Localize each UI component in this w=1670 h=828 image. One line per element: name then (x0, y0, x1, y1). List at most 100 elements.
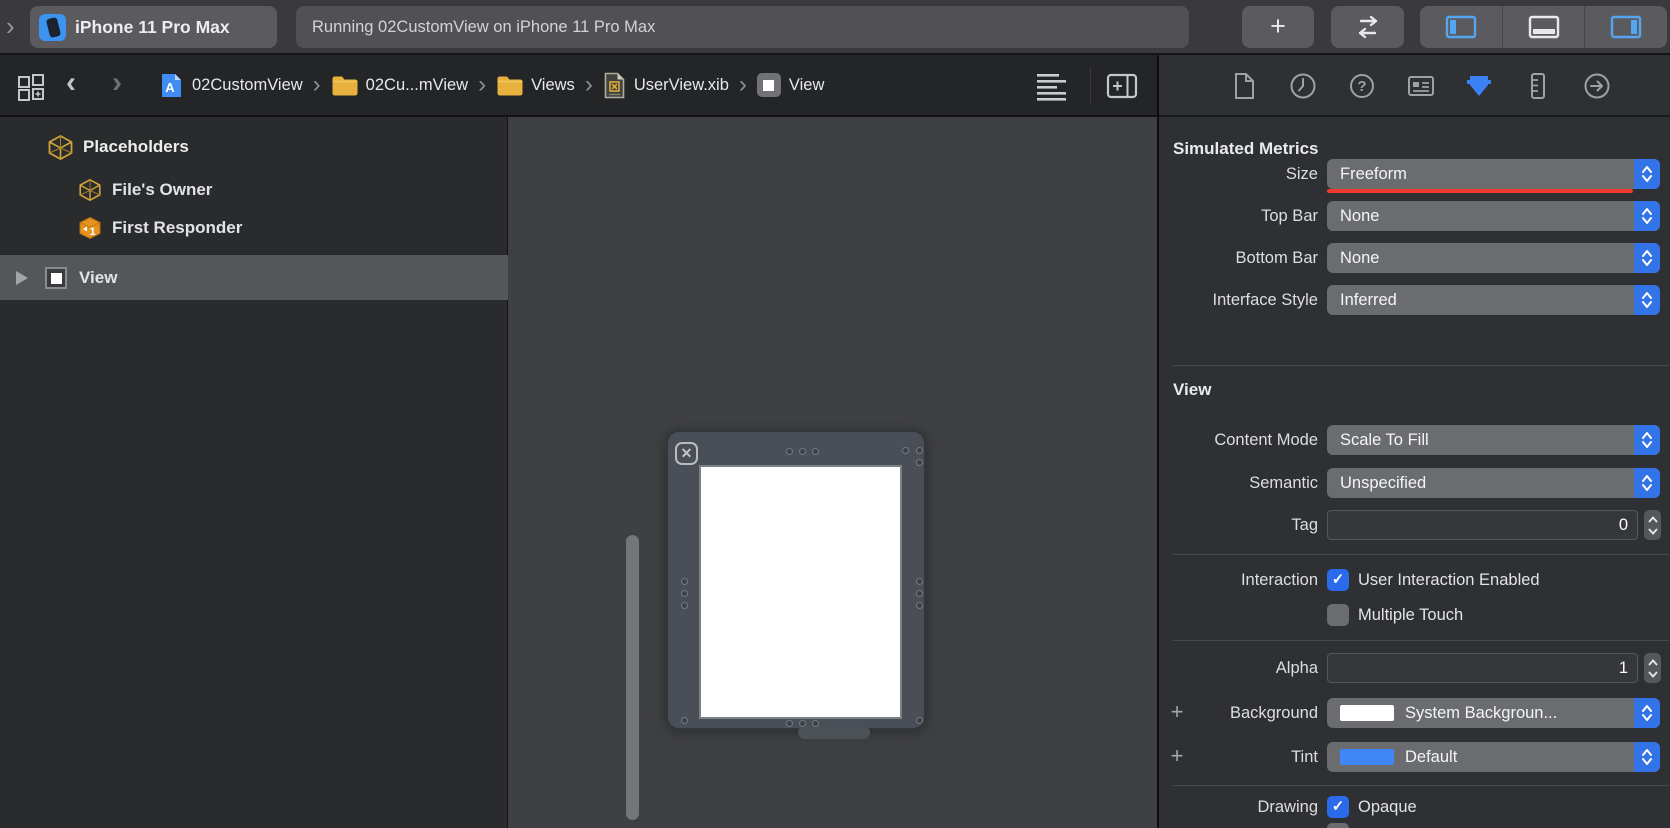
toggle-debug-area-button[interactable] (1501, 6, 1585, 48)
toolbar: › iPhone 11 Pro Max Running 02CustomView… (0, 0, 1670, 55)
background-color-swatch (1340, 705, 1394, 721)
add-editor-button[interactable] (1106, 73, 1138, 99)
tag-field[interactable]: 0 (1327, 510, 1638, 540)
toggle-inspectors-button[interactable] (1584, 6, 1667, 48)
bezel-dot (902, 447, 909, 454)
scheme-chevron-icon: › (6, 11, 15, 41)
tab-identity-inspector[interactable] (1407, 72, 1435, 100)
outline-row-files-owner[interactable]: File's Owner (0, 171, 508, 209)
library-add-button[interactable]: + (1242, 6, 1314, 48)
editor-orientation-button[interactable] (1331, 6, 1404, 48)
editor-body: Placeholders File's Owner 1 First Respon… (0, 117, 1157, 828)
inspector-panel-icon (1610, 15, 1642, 39)
popup-stepper-icon[interactable] (1634, 285, 1660, 315)
tab-history-inspector[interactable] (1289, 72, 1317, 100)
tag-stepper[interactable] (1644, 510, 1661, 540)
outline-row-view[interactable]: View (0, 259, 508, 297)
related-items-button[interactable] (16, 72, 46, 102)
top-bar-value: None (1340, 207, 1380, 225)
size-popup[interactable]: Freeform (1327, 159, 1660, 189)
popup-stepper-icon[interactable] (1634, 742, 1660, 772)
attributes-inspector-content: Simulated Metrics Size Freeform Top Bar … (1159, 117, 1670, 828)
clipped-checkbox[interactable] (1327, 823, 1349, 828)
top-bar-popup[interactable]: None (1327, 201, 1660, 231)
tab-connections-inspector[interactable] (1583, 72, 1611, 100)
popup-stepper-icon[interactable] (1634, 159, 1660, 189)
freeform-view-container[interactable]: ✕ (666, 430, 926, 739)
inspector-row-tint: + Tint Default (1159, 742, 1670, 772)
opaque-checkbox[interactable]: ✓ (1327, 796, 1349, 818)
run-destination-button[interactable]: iPhone 11 Pro Max (30, 6, 277, 48)
bezel-dot (916, 447, 923, 454)
popup-stepper-icon[interactable] (1634, 243, 1660, 273)
alpha-stepper[interactable] (1644, 653, 1661, 683)
go-forward-button[interactable]: › (112, 55, 122, 115)
section-divider (1173, 554, 1669, 555)
breadcrumb-item-project[interactable]: A 02CustomView (158, 72, 303, 99)
bottom-bar-popup[interactable]: None (1327, 243, 1660, 273)
xib-file-icon (604, 72, 625, 98)
popup-stepper-icon[interactable] (1634, 698, 1660, 728)
document-outline-toggle-button[interactable] (1033, 71, 1069, 101)
inspector-row-interface-style: Interface Style Inferred (1159, 285, 1670, 315)
interaction-label: Interaction (1240, 571, 1318, 589)
tab-size-inspector[interactable] (1524, 72, 1552, 100)
tint-color-swatch (1340, 749, 1394, 765)
alpha-field[interactable]: 1 (1327, 653, 1638, 683)
ib-canvas[interactable]: ✕ (509, 117, 1157, 828)
popup-stepper-icon[interactable] (1634, 468, 1660, 498)
activity-status-field[interactable]: Running 02CustomView on iPhone 11 Pro Ma… (296, 6, 1189, 48)
breadcrumb-item-view[interactable]: View (756, 73, 824, 97)
semantic-label: Semantic (1249, 474, 1318, 492)
outline-label: View (79, 268, 118, 287)
inspector-row-tag: Tag 0 (1159, 510, 1670, 540)
toggle-navigator-button[interactable] (1420, 6, 1502, 48)
simulator-icon (39, 13, 66, 41)
view-square-icon (45, 267, 67, 289)
add-editor-icon (1106, 73, 1138, 99)
semantic-popup[interactable]: Unspecified (1327, 468, 1660, 498)
content-mode-popup[interactable]: Scale To Fill (1327, 425, 1660, 455)
close-view-button[interactable]: ✕ (675, 442, 698, 465)
user-view[interactable] (699, 465, 902, 739)
background-popup[interactable]: System Backgroun... (1327, 698, 1660, 728)
breadcrumb-item-xib[interactable]: UserView.xib (603, 72, 729, 99)
outline-label: First Responder (112, 218, 243, 237)
tab-quick-help-inspector[interactable]: ? (1348, 72, 1376, 100)
first-responder-cube-icon: 1 (79, 216, 101, 240)
inspector-row-semantic: Semantic Unspecified (1159, 468, 1670, 498)
background-value: System Backgroun... (1405, 704, 1558, 722)
disclosure-triangle-icon[interactable] (16, 271, 28, 285)
outline-row-placeholders[interactable]: Placeholders (0, 128, 508, 166)
ruler-icon (1531, 73, 1545, 99)
user-interaction-checkbox[interactable]: ✓ (1327, 569, 1349, 591)
folder-icon (497, 76, 523, 96)
svg-text:A: A (165, 80, 175, 95)
bezel-dot (681, 602, 688, 609)
breadcrumb-item-views-folder[interactable]: Views (496, 74, 575, 96)
size-label: Size (1285, 165, 1318, 183)
bezel-dot (786, 720, 793, 727)
popup-stepper-icon[interactable] (1634, 425, 1660, 455)
tab-attributes-inspector[interactable] (1465, 72, 1493, 100)
file-icon (1235, 73, 1254, 99)
breadcrumb-item-group[interactable]: 02Cu...mView (331, 74, 468, 96)
interface-style-popup[interactable]: Inferred (1327, 285, 1660, 315)
inspector-row-background: + Background System Backgroun... (1159, 698, 1670, 728)
outline-row-first-responder[interactable]: 1 First Responder (0, 209, 508, 247)
inspector-tab-bar: ? (1159, 55, 1670, 117)
inspector-row-multiple-touch: Multiple Touch (1159, 604, 1670, 626)
popup-stepper-icon[interactable] (1634, 201, 1660, 231)
canvas-scrollbar[interactable] (626, 535, 639, 820)
activity-status-text: Running 02CustomView on iPhone 11 Pro Ma… (312, 17, 656, 36)
home-indicator-bar (798, 726, 870, 739)
go-back-button[interactable]: ‹ (66, 55, 76, 115)
bezel-dot (812, 448, 819, 455)
navigator-panel-icon (1445, 15, 1477, 39)
inspector-row-user-interaction: Interaction ✓ User Interaction Enabled (1159, 569, 1670, 591)
multiple-touch-checkbox[interactable] (1327, 604, 1349, 626)
tab-file-inspector[interactable] (1230, 72, 1258, 100)
tint-popup[interactable]: Default (1327, 742, 1660, 772)
placeholders-cube-icon (48, 134, 73, 160)
bottom-bar-value: None (1340, 249, 1380, 267)
